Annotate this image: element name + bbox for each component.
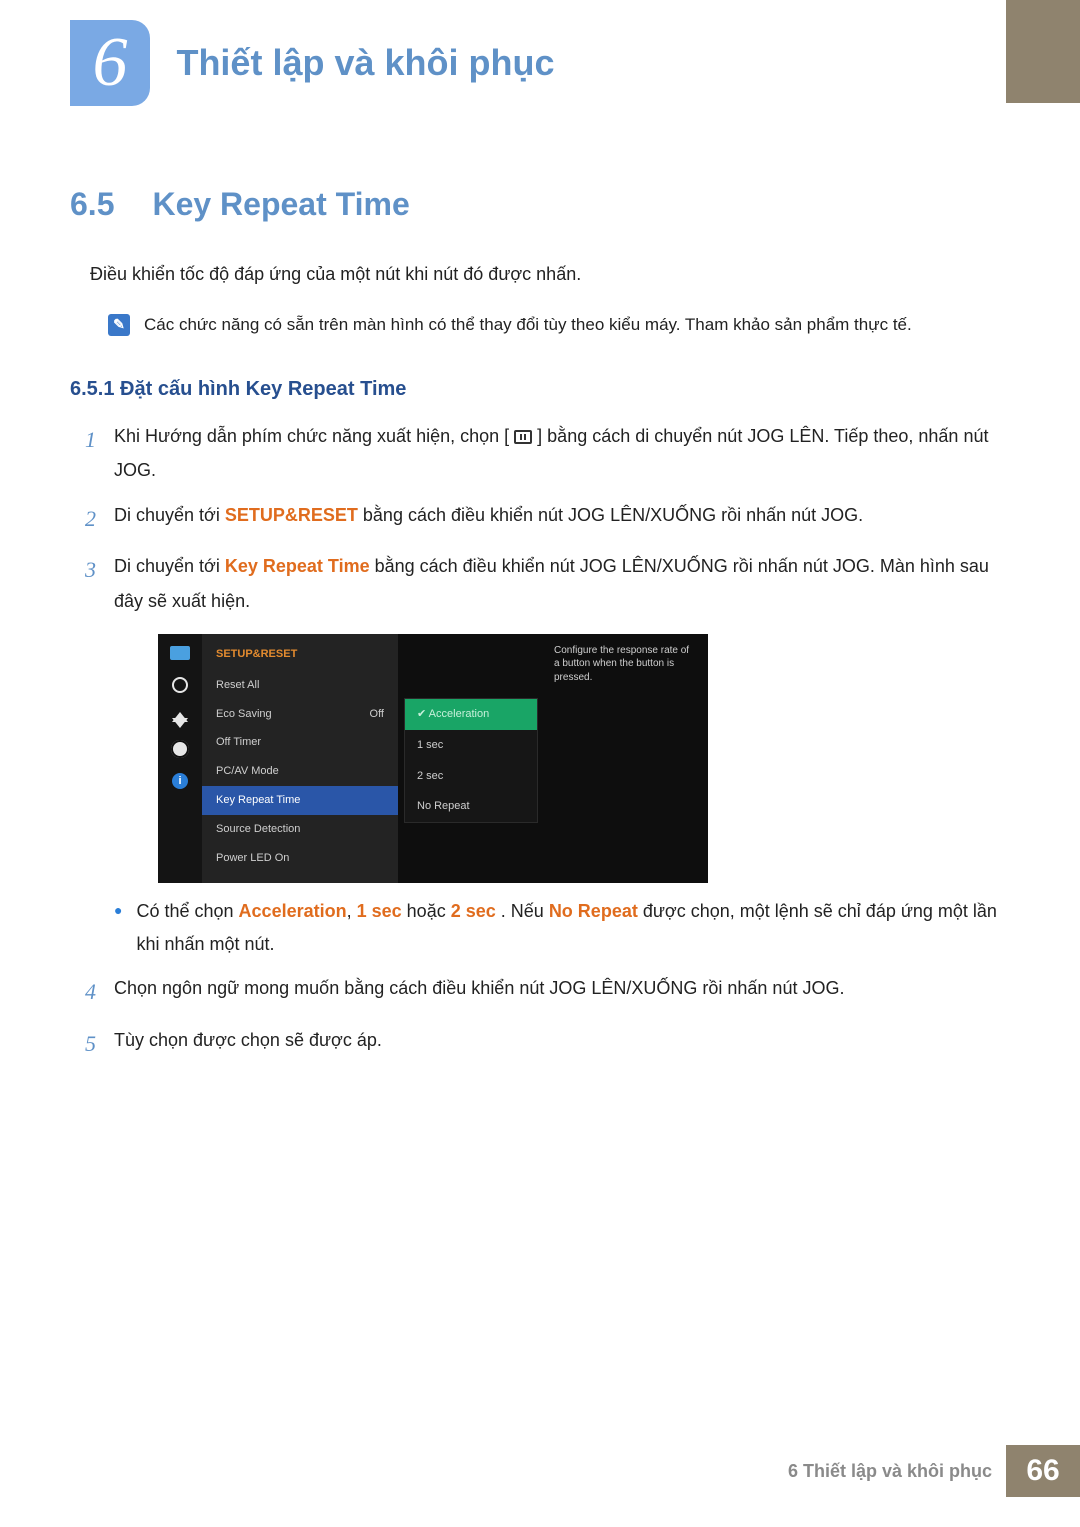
- monitor-icon: [169, 644, 191, 662]
- section-title: Key Repeat Time: [152, 186, 409, 222]
- menu-icon: [514, 430, 532, 444]
- osd-menu-item-selected: Key Repeat Time: [202, 786, 398, 815]
- chapter-number: 6: [93, 23, 128, 103]
- step-body: Chọn ngôn ngữ mong muốn bằng cách điều k…: [114, 971, 1010, 1013]
- section-intro: Điều khiển tốc độ đáp ứng của một nút kh…: [90, 259, 1080, 290]
- osd-option-selected: Acceleration: [405, 699, 537, 730]
- osd-description: Configure the response rate of a button …: [548, 634, 708, 883]
- bullet-note: ● Có thể chọn Acceleration, 1 sec hoặc 2…: [114, 895, 1010, 962]
- text: Khi Hướng dẫn phím chức năng xuất hiện, …: [114, 426, 509, 446]
- note-text: Các chức năng có sẵn trên màn hình có th…: [144, 310, 912, 341]
- circle-icon: [169, 676, 191, 694]
- step-4: 4 Chọn ngôn ngữ mong muốn bằng cách điều…: [70, 971, 1010, 1013]
- osd-menu-item: PC/AV Mode: [202, 757, 398, 786]
- step-5: 5 Tùy chọn được chọn sẽ được áp.: [70, 1023, 1010, 1065]
- osd-menu-item: Source Detection: [202, 815, 398, 844]
- step-body: Tùy chọn được chọn sẽ được áp.: [114, 1023, 1010, 1065]
- osd-option: 1 sec: [405, 730, 537, 761]
- page-footer: 6 Thiết lập và khôi phục 66: [788, 1445, 1080, 1497]
- osd-menu: SETUP&RESET Reset All Eco SavingOff Off …: [202, 634, 398, 883]
- step-number: 5: [70, 1023, 96, 1065]
- note-icon: ✎: [108, 314, 130, 336]
- osd-menu-item: Power LED On: [202, 844, 398, 873]
- bullet-icon: ●: [114, 895, 122, 962]
- subsection-heading: 6.5.1 Đặt cấu hình Key Repeat Time: [70, 378, 1010, 401]
- chapter-header: 6 Thiết lập và khôi phục: [0, 0, 1080, 106]
- osd-option: 2 sec: [405, 761, 537, 792]
- step-body: Di chuyển tới SETUP&RESET bằng cách điều…: [114, 498, 1010, 540]
- step-number: 2: [70, 498, 96, 540]
- step-2: 2 Di chuyển tới SETUP&RESET bằng cách đi…: [70, 498, 1010, 540]
- footer-page-number: 66: [1006, 1445, 1080, 1497]
- keyword-key-repeat: Key Repeat Time: [225, 556, 370, 576]
- osd-menu-item: Reset All: [202, 671, 398, 700]
- osd-menu-header: SETUP&RESET: [202, 642, 398, 671]
- footer-caption: 6 Thiết lập và khôi phục: [788, 1461, 1006, 1482]
- keyword-2sec: 2 sec: [451, 901, 496, 921]
- step-3: 3 Di chuyển tới Key Repeat Time bằng các…: [70, 549, 1010, 961]
- text: bằng cách điều khiển nút JOG LÊN/XUỐNG r…: [363, 505, 863, 525]
- keyword-setup-reset: SETUP&RESET: [225, 505, 358, 525]
- bullet-text: Có thể chọn Acceleration, 1 sec hoặc 2 s…: [136, 895, 1010, 962]
- resize-icon: [169, 708, 191, 726]
- osd-submenu: Acceleration 1 sec 2 sec No Repeat: [398, 634, 548, 883]
- osd-option: No Repeat: [405, 791, 537, 822]
- step-number: 1: [70, 419, 96, 487]
- text: Di chuyển tới: [114, 505, 225, 525]
- note-block: ✎ Các chức năng có sẵn trên màn hình có …: [108, 310, 1080, 341]
- osd-tab-strip: i: [158, 634, 202, 883]
- text: Di chuyển tới: [114, 556, 225, 576]
- keyword-1sec: 1 sec: [357, 901, 402, 921]
- step-number: 3: [70, 549, 96, 961]
- keyword-acceleration: Acceleration: [239, 901, 347, 921]
- steps-list: 1 Khi Hướng dẫn phím chức năng xuất hiện…: [70, 419, 1010, 1065]
- section-heading: 6.5 Key Repeat Time: [70, 186, 1010, 223]
- step-number: 4: [70, 971, 96, 1013]
- chapter-title: Thiết lập và khôi phục: [176, 42, 554, 84]
- osd-menu-item: Off Timer: [202, 728, 398, 757]
- step-body: Di chuyển tới Key Repeat Time bằng cách …: [114, 549, 1010, 961]
- step-1: 1 Khi Hướng dẫn phím chức năng xuất hiện…: [70, 419, 1010, 487]
- section-number: 6.5: [70, 186, 148, 223]
- step-body: Khi Hướng dẫn phím chức năng xuất hiện, …: [114, 419, 1010, 487]
- gear-icon: [169, 740, 191, 758]
- chapter-badge: 6: [70, 20, 150, 106]
- info-icon: i: [169, 772, 191, 790]
- osd-screenshot: i SETUP&RESET Reset All Eco SavingOff Of…: [158, 634, 708, 883]
- osd-menu-item: Eco SavingOff: [202, 700, 398, 729]
- keyword-no-repeat: No Repeat: [549, 901, 638, 921]
